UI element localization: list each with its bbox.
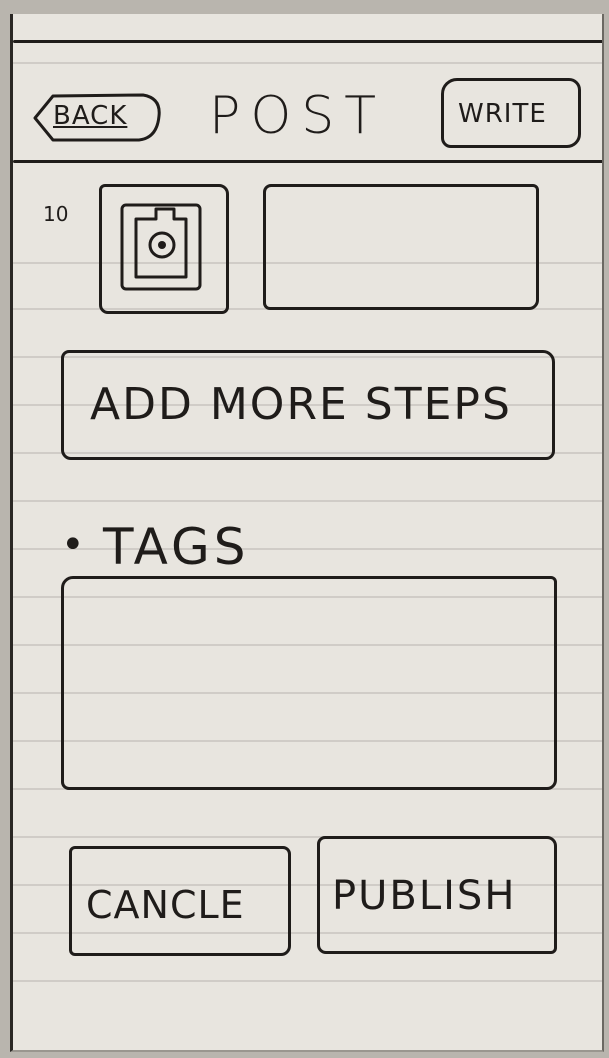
write-button-label: WRITE [458,99,547,129]
paper-rule [13,500,602,502]
step-number: 10 [43,202,69,226]
write-button[interactable]: WRITE [441,78,581,148]
header-divider [13,160,602,163]
top-border-line [13,40,602,43]
page-title: POST [209,86,387,146]
paper-rule [13,62,602,64]
publish-button[interactable]: PUBLISH [317,836,557,954]
sketch-paper: BACK POST WRITE 10 ADD MORE STEPS • TAGS… [10,14,604,1052]
photo-button[interactable] [99,184,229,314]
tags-label: TAGS [103,518,250,576]
cancel-button[interactable]: CANCLE [69,846,291,956]
paper-rule [13,980,602,982]
add-more-steps-button[interactable]: ADD MORE STEPS [61,350,555,460]
back-button-label: BACK [53,101,128,131]
cancel-button-label: CANCLE [86,883,245,927]
back-button[interactable]: BACK [31,86,163,146]
tags-input[interactable] [61,576,557,790]
camera-icon [120,203,202,291]
publish-button-label: PUBLISH [332,873,517,919]
step-description-field[interactable] [263,184,539,310]
paper-rule [13,548,602,550]
add-more-steps-label: ADD MORE STEPS [90,379,512,430]
tags-bullet: • [61,522,85,568]
